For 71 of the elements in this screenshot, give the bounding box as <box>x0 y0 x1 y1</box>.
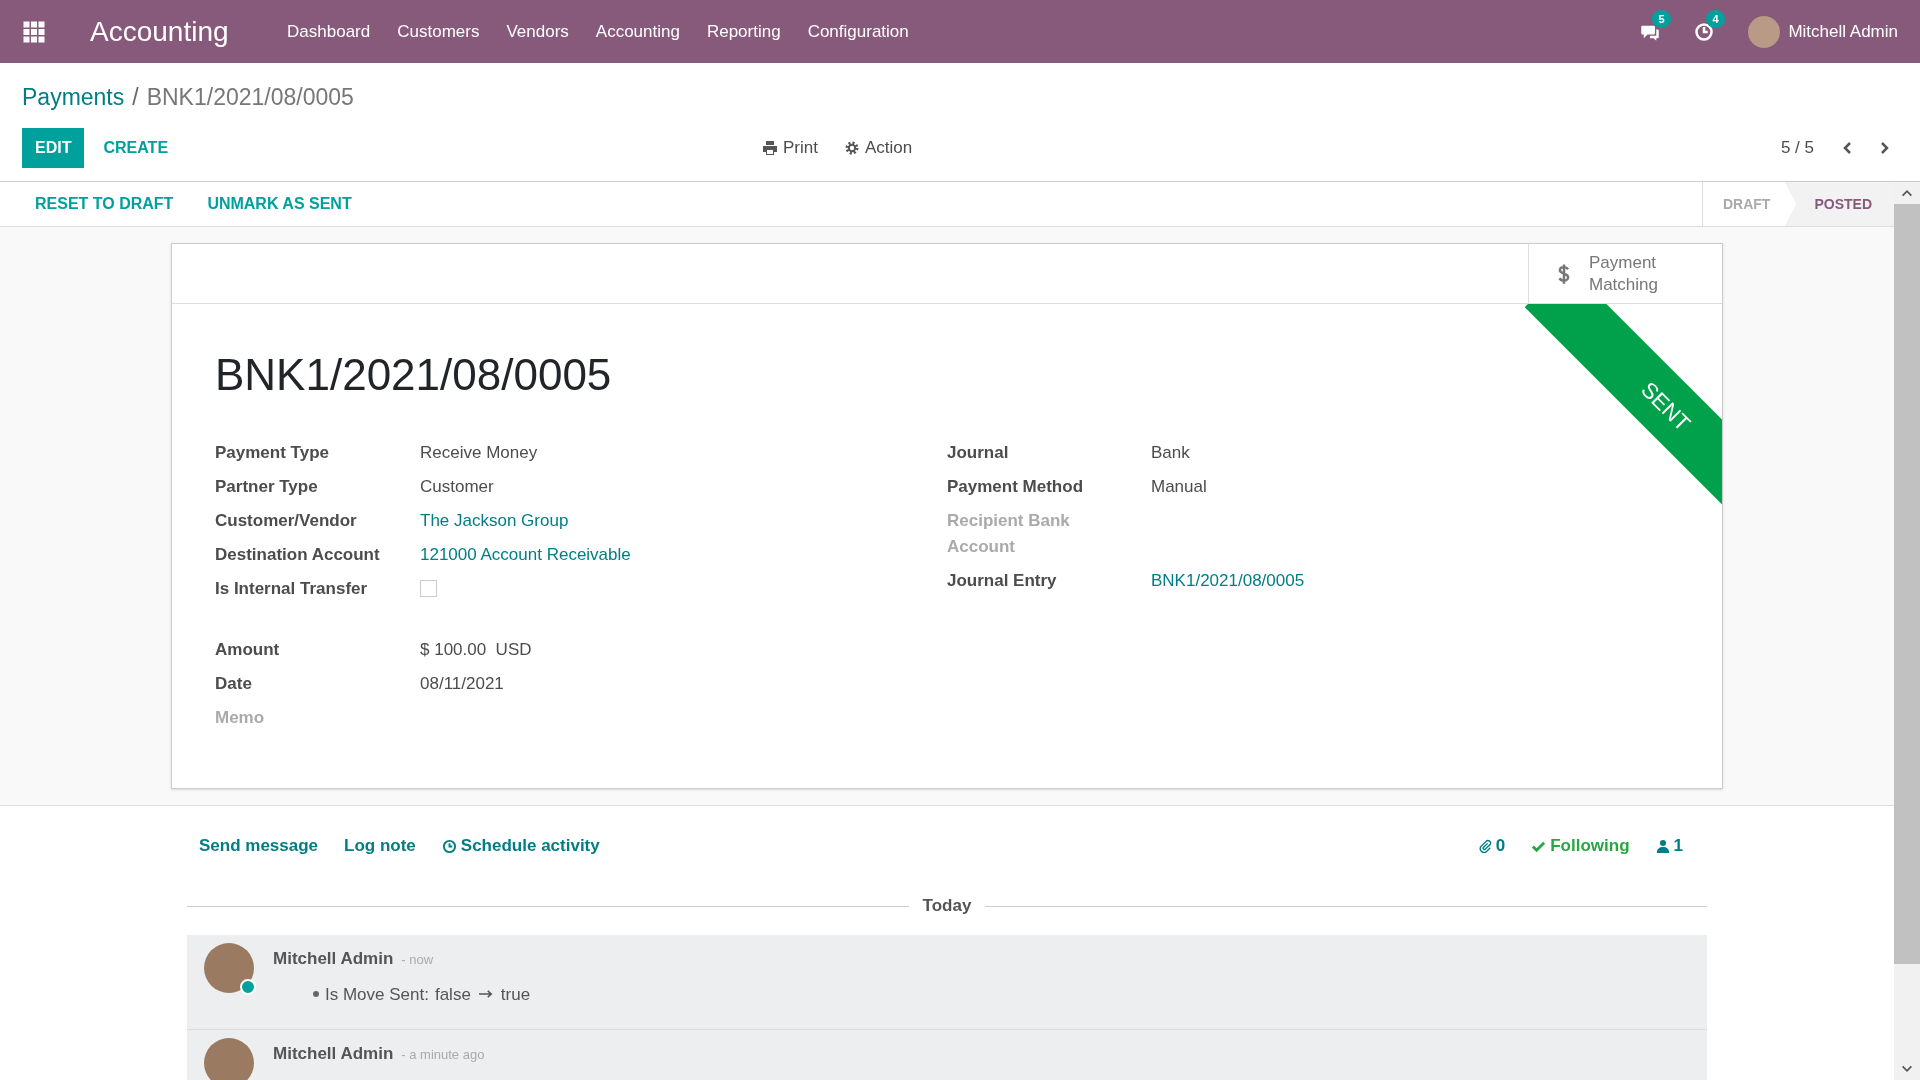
message-author: Mitchell Admin <box>273 1043 394 1065</box>
schedule-activity-button[interactable]: Schedule activity <box>441 833 600 859</box>
message-time: - now <box>401 951 434 969</box>
field-link[interactable]: 121000 Account Receivable <box>420 542 631 568</box>
user-name[interactable]: Mitchell Admin <box>1788 18 1898 45</box>
menu-item[interactable]: Accounting <box>582 18 694 45</box>
action-button[interactable]: Action <box>843 135 913 161</box>
menu-item[interactable]: Dashboard <box>273 18 384 45</box>
print-button[interactable]: Print <box>762 135 818 161</box>
paperclip-icon <box>1477 839 1492 853</box>
scrollbar-thumb[interactable] <box>1894 204 1920 964</box>
menu-item[interactable]: Vendors <box>492 18 583 45</box>
app-title: Accounting <box>90 14 229 49</box>
changed-field: Is Move Sent: <box>325 981 429 1007</box>
field-label: Journal Entry <box>947 570 1058 592</box>
new-value: true <box>500 983 531 1006</box>
menu-item[interactable]: Customers <box>383 18 493 45</box>
menu-item[interactable]: Configuration <box>794 18 923 45</box>
attachments-button[interactable]: 0 <box>1477 833 1506 859</box>
field-label: Partner Type <box>215 476 319 498</box>
field-value: $ 100.00 USD <box>420 639 532 661</box>
followers-button[interactable]: 1 <box>1655 833 1683 859</box>
checkbox[interactable] <box>420 580 437 597</box>
create-button[interactable]: CREATE <box>90 128 182 168</box>
payment-matching-button[interactable]: Payment Matching <box>1528 244 1722 303</box>
breadcrumb-link[interactable]: Payments <box>22 79 125 115</box>
status-action-button[interactable]: RESET TO DRAFT <box>22 192 187 216</box>
field-link[interactable]: The Jackson Group <box>420 508 569 534</box>
clock-icon <box>441 838 457 854</box>
settings-icon <box>843 140 860 156</box>
field-label: Payment Type <box>215 442 330 464</box>
field-value: Manual <box>1151 476 1207 498</box>
status-action-button[interactable]: UNMARK AS SENT <box>194 192 365 216</box>
breadcrumb-separator: / <box>132 82 139 112</box>
record-title: BNK1/2021/08/0005 <box>215 349 612 401</box>
message-time: - a minute ago <box>401 1046 485 1064</box>
printer-icon <box>762 140 778 156</box>
field-label: Amount <box>215 639 281 661</box>
field-value: Receive Money <box>420 442 538 464</box>
field-value: 08/11/2021 <box>420 673 504 695</box>
following-button[interactable]: Following <box>1531 833 1630 859</box>
chatter-button[interactable]: Log note <box>344 833 416 859</box>
field-label: Is Internal Transfer <box>215 578 369 600</box>
field-label: Recipient Bank Account <box>947 510 1071 558</box>
field-link[interactable]: BNK1/2021/08/0005 <box>1151 568 1305 594</box>
person-icon <box>1655 839 1670 853</box>
edit-button[interactable]: EDIT <box>22 128 85 168</box>
field-label: Date <box>215 673 253 695</box>
author-avatar <box>204 1038 254 1080</box>
old-value: false <box>434 983 471 1006</box>
field-value: Bank <box>1151 442 1190 464</box>
field-value: Customer <box>420 476 494 498</box>
clock-icon[interactable] <box>1694 21 1715 42</box>
date-separator: Today <box>922 895 972 918</box>
field-label: Payment Method <box>947 476 1085 498</box>
count-badge: 5 <box>1652 9 1671 28</box>
apps-menu-icon[interactable] <box>22 19 46 44</box>
pager-value: 5 / 5 <box>1780 137 1814 160</box>
message-author: Mitchell Admin <box>273 948 394 970</box>
field-label: Destination Account <box>215 544 381 566</box>
menu-item[interactable]: Reporting <box>693 18 795 45</box>
count-badge: 4 <box>1706 9 1725 28</box>
status-stage[interactable]: POSTED <box>1784 182 1894 226</box>
field-label: Journal <box>947 442 1010 464</box>
author-avatar <box>204 943 254 993</box>
scrollbar[interactable] <box>1894 182 1920 1080</box>
field-label: Customer/Vendor <box>215 510 358 532</box>
field-label: Memo <box>215 707 266 729</box>
chatter-button[interactable]: Send message <box>199 833 319 859</box>
breadcrumb-current: BNK1/2021/08/0005 <box>146 82 354 112</box>
bullet-icon <box>313 991 319 998</box>
